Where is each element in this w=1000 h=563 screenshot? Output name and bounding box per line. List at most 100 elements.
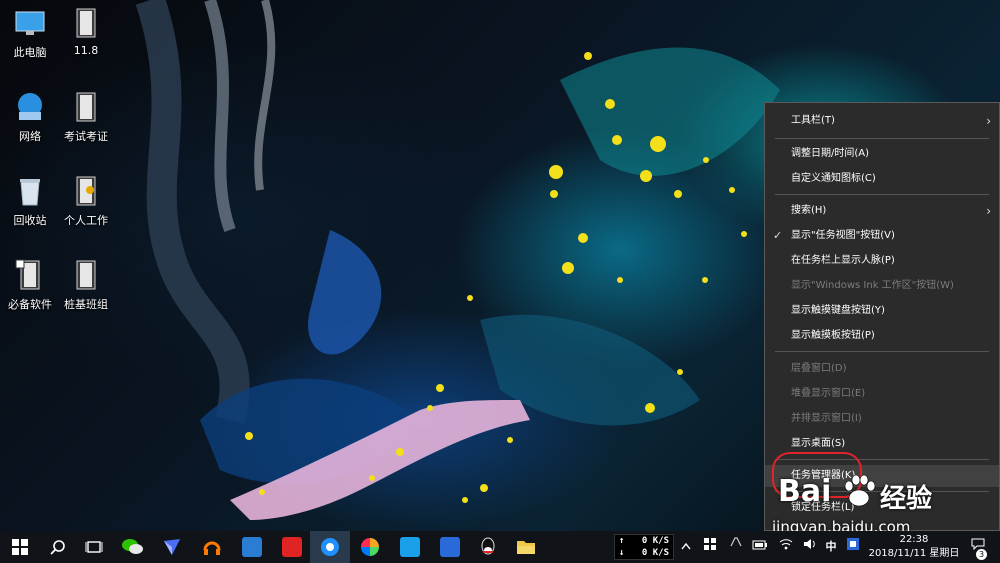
tray-volume[interactable] bbox=[800, 531, 820, 563]
notification-count-badge: 3 bbox=[976, 549, 987, 560]
edge-icon bbox=[321, 538, 339, 556]
watermark-product: 经验 bbox=[880, 484, 933, 514]
tray-input-tool[interactable] bbox=[726, 531, 746, 563]
paw-icon bbox=[844, 474, 876, 507]
menu-separator bbox=[775, 194, 989, 195]
menu-item-label: 工具栏(T) bbox=[791, 115, 835, 126]
volume-icon bbox=[804, 539, 815, 549]
desktop-icon-essential-software[interactable]: 必备软件 bbox=[0, 258, 60, 312]
menu-item-show-windows-ink: 显示"Windows Ink 工作区"按钮(W) bbox=[765, 275, 999, 297]
menu-separator bbox=[775, 138, 989, 139]
menu-item-label: 调整日期/时间(A) bbox=[791, 148, 870, 159]
menu-item-label: 显示触摸板按钮(P) bbox=[791, 330, 875, 341]
computer-icon bbox=[15, 11, 45, 35]
search-icon bbox=[50, 540, 65, 555]
checkmark-icon: ✓ bbox=[773, 229, 783, 242]
show-hidden-icons-button[interactable] bbox=[678, 531, 694, 563]
folder-icon bbox=[76, 260, 96, 290]
desktop-icon-11-8[interactable]: 11.8 bbox=[56, 6, 116, 57]
menu-item-label: 并排显示窗口(I) bbox=[791, 413, 862, 424]
menu-item-label: 搜索(H) bbox=[791, 205, 827, 216]
watermark-brand: Bai bbox=[778, 474, 832, 509]
chevron-right-icon: › bbox=[986, 204, 991, 218]
input-tool-icon bbox=[730, 537, 742, 547]
download-arrow-icon: ↓ bbox=[619, 548, 625, 558]
taskbar-app-qq[interactable] bbox=[468, 531, 508, 563]
menu-item-side-by-side-windows: 并排显示窗口(I) bbox=[765, 408, 999, 430]
start-icon bbox=[12, 539, 28, 555]
menu-item-stack-windows: 堆叠显示窗口(E) bbox=[765, 383, 999, 405]
folder-icon bbox=[76, 8, 96, 38]
tray-wifi[interactable] bbox=[776, 531, 796, 563]
desktop-icon-pile-team[interactable]: 桩基班组 bbox=[56, 258, 116, 312]
tray-ime[interactable]: 中 bbox=[822, 531, 840, 563]
taskbar-app-headset[interactable] bbox=[192, 531, 232, 563]
menu-item-toolbars[interactable]: 工具栏(T) › bbox=[765, 110, 999, 132]
taskbar-app-office[interactable] bbox=[232, 531, 272, 563]
download-speed: 0 K/S bbox=[641, 548, 669, 558]
clock-time: 22:38 bbox=[899, 534, 929, 545]
menu-item-label: 自定义通知图标(C) bbox=[791, 173, 876, 184]
network-icon bbox=[18, 93, 42, 120]
folder-icon bbox=[15, 259, 40, 290]
desktop-icon-exam[interactable]: 考试考证 bbox=[56, 90, 116, 144]
input-method-icon bbox=[847, 538, 859, 550]
menu-item-show-touchpad[interactable]: 显示触摸板按钮(P) bbox=[765, 325, 999, 347]
menu-item-show-task-view-button[interactable]: ✓ 显示"任务视图"按钮(V) bbox=[765, 225, 999, 247]
taskbar-app-it[interactable] bbox=[272, 531, 312, 563]
menu-item-label: 在任务栏上显示人脉(P) bbox=[791, 255, 895, 266]
folder-icon bbox=[76, 176, 96, 206]
taskbar-app-wechat[interactable] bbox=[112, 531, 152, 563]
desktop[interactable]: 此电脑 11.8 网络 考试考证 回收站 个人工作 必备软件 桩基班组 工具栏(… bbox=[0, 0, 1000, 531]
color-wheel-icon bbox=[361, 538, 379, 556]
desktop-icon-label: 此电脑 bbox=[13, 46, 47, 59]
taskbar-app-color-wheel[interactable] bbox=[350, 531, 390, 563]
desktop-icon-label: 网络 bbox=[19, 130, 41, 143]
chevron-right-icon: › bbox=[986, 114, 991, 128]
tray-input-method-app[interactable] bbox=[844, 531, 862, 563]
menu-item-show-people[interactable]: 在任务栏上显示人脉(P) bbox=[765, 250, 999, 272]
taskbar-app-file-explorer[interactable] bbox=[506, 531, 546, 563]
menu-item-label: 堆叠显示窗口(E) bbox=[791, 388, 866, 399]
wechat-icon bbox=[122, 539, 143, 554]
menu-item-customize-notification-icons[interactable]: 自定义通知图标(C) bbox=[765, 168, 999, 190]
menu-item-show-touch-keyboard[interactable]: 显示触摸键盘按钮(Y) bbox=[765, 300, 999, 322]
desktop-icon-this-pc[interactable]: 此电脑 bbox=[0, 6, 60, 60]
clock-date: 2018/11/11 星期日 bbox=[868, 548, 960, 559]
nav-app-icon bbox=[440, 537, 460, 557]
task-view-icon bbox=[85, 541, 103, 553]
upload-speed: 0 K/S bbox=[641, 536, 669, 546]
taskbar-app-edge[interactable] bbox=[310, 531, 350, 563]
qq-headphone-icon bbox=[400, 537, 420, 557]
menu-item-label: 层叠窗口(D) bbox=[791, 363, 847, 374]
menu-separator bbox=[775, 351, 989, 352]
desktop-icon-label: 桩基班组 bbox=[64, 298, 108, 311]
taskbar-app-feishu[interactable] bbox=[152, 531, 192, 563]
menu-item-cascade-windows: 层叠窗口(D) bbox=[765, 358, 999, 380]
desktop-icon-personal-work[interactable]: 个人工作 bbox=[56, 174, 116, 228]
desktop-icon-label: 回收站 bbox=[13, 214, 47, 227]
menu-item-label: 显示"任务视图"按钮(V) bbox=[791, 230, 895, 241]
desktop-icon-network[interactable]: 网络 bbox=[0, 90, 60, 144]
taskbar[interactable]: ↑ 0 K/S ↓ 0 K/S 中 22:38 2018/11/11 星期日 3 bbox=[0, 531, 1000, 563]
tray-grid-app[interactable] bbox=[700, 531, 720, 563]
taskbar-app-qq-headphone[interactable] bbox=[390, 531, 430, 563]
recycle-bin-icon bbox=[20, 179, 40, 206]
battery-icon bbox=[752, 540, 767, 550]
menu-item-adjust-date-time[interactable]: 调整日期/时间(A) bbox=[765, 143, 999, 165]
start-button[interactable] bbox=[0, 531, 40, 563]
network-speed-meter: ↑ 0 K/S ↓ 0 K/S bbox=[614, 534, 674, 560]
task-view-button[interactable] bbox=[74, 531, 114, 563]
taskbar-clock[interactable]: 22:38 2018/11/11 星期日 bbox=[866, 533, 962, 561]
desktop-icon-label: 11.8 bbox=[73, 44, 99, 57]
search-button[interactable] bbox=[38, 531, 78, 563]
taskbar-app-nav[interactable] bbox=[430, 531, 470, 563]
desktop-icon-recycle-bin[interactable]: 回收站 bbox=[0, 174, 60, 228]
menu-item-label: 显示"Windows Ink 工作区"按钮(W) bbox=[791, 280, 954, 291]
desktop-icon-label: 考试考证 bbox=[64, 130, 108, 143]
menu-item-label: 显示触摸键盘按钮(Y) bbox=[791, 305, 885, 316]
menu-item-search[interactable]: 搜索(H) › bbox=[765, 200, 999, 222]
chevron-up-icon bbox=[681, 542, 691, 550]
headset-icon bbox=[203, 541, 221, 555]
tray-battery[interactable] bbox=[750, 531, 770, 563]
